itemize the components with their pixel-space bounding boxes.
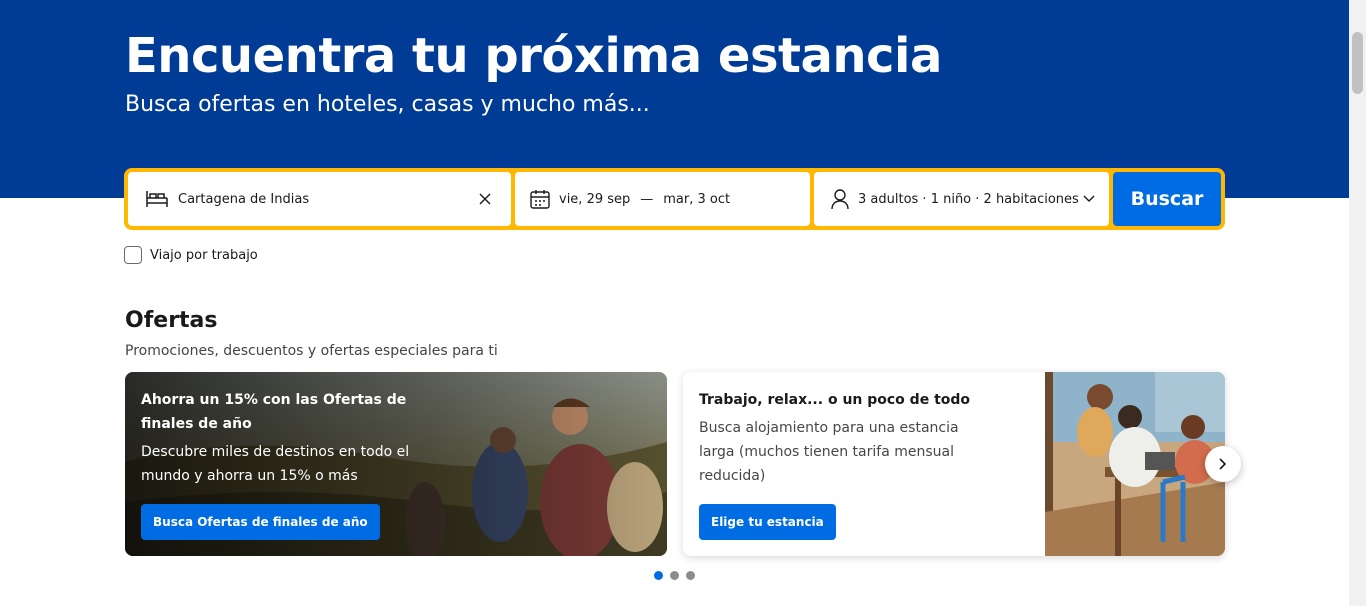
carousel-pagination (654, 571, 695, 580)
chevron-down-icon[interactable] (1083, 195, 1095, 203)
search-bar: Cartagena de Indias vie, 29 sep — mar, 3… (124, 168, 1225, 230)
destination-field[interactable]: Cartagena de Indias (128, 172, 511, 226)
work-trip-checkbox[interactable] (124, 246, 142, 264)
work-trip-label[interactable]: Viajo por trabajo (150, 248, 258, 263)
destination-input[interactable]: Cartagena de Indias (178, 192, 473, 207)
offer-card-year-end[interactable]: Ahorra un 15% con las Ofertas de finales… (125, 372, 667, 556)
page-scrollbar[interactable] (1349, 0, 1366, 606)
chevron-right-icon (1219, 458, 1227, 470)
work-trip-option[interactable]: Viajo por trabajo (124, 246, 258, 264)
checkout-date[interactable]: mar, 3 oct (663, 192, 730, 207)
offer-card-title: Trabajo, relax... o un poco de todo (699, 392, 971, 408)
carousel-next-button[interactable] (1205, 446, 1241, 482)
year-end-offers-button[interactable]: Busca Ofertas de finales de año (141, 504, 380, 540)
bed-icon (144, 189, 170, 209)
offers-subtitle: Promociones, descuentos y ofertas especi… (125, 343, 498, 359)
date-separator: — (640, 191, 654, 207)
carousel-dot[interactable] (670, 571, 679, 580)
scrollbar-thumb[interactable] (1352, 32, 1363, 94)
checkin-date[interactable]: vie, 29 sep (559, 192, 630, 207)
carousel-dot[interactable] (654, 571, 663, 580)
carousel-dot[interactable] (686, 571, 695, 580)
offers-title: Ofertas (125, 308, 218, 333)
offer-card-long-stay[interactable]: Trabajo, relax... o un poco de todo Busc… (683, 372, 1225, 556)
date-field[interactable]: vie, 29 sep — mar, 3 oct (515, 172, 810, 226)
offer-card-title: Ahorra un 15% con las Ofertas de finales… (141, 392, 407, 432)
occupancy-summary[interactable]: 3 adultos · 1 niño · 2 habitaciones (858, 192, 1083, 207)
choose-stay-button[interactable]: Elige tu estancia (699, 504, 836, 540)
search-button[interactable]: Buscar (1113, 172, 1221, 226)
people-at-table-photo (1045, 372, 1225, 556)
occupancy-field[interactable]: 3 adultos · 1 niño · 2 habitaciones (814, 172, 1109, 226)
hero-subtitle: Busca ofertas en hoteles, casas y mucho … (125, 92, 650, 117)
close-icon[interactable] (473, 193, 497, 205)
offer-card-description: Descubre miles de destinos en todo el mu… (141, 444, 410, 484)
person-icon (830, 188, 850, 210)
hero-title: Encuentra tu próxima estancia (125, 28, 942, 84)
offer-card-description: Busca alojamiento para una estancia larg… (699, 420, 959, 484)
calendar-icon (529, 188, 551, 210)
